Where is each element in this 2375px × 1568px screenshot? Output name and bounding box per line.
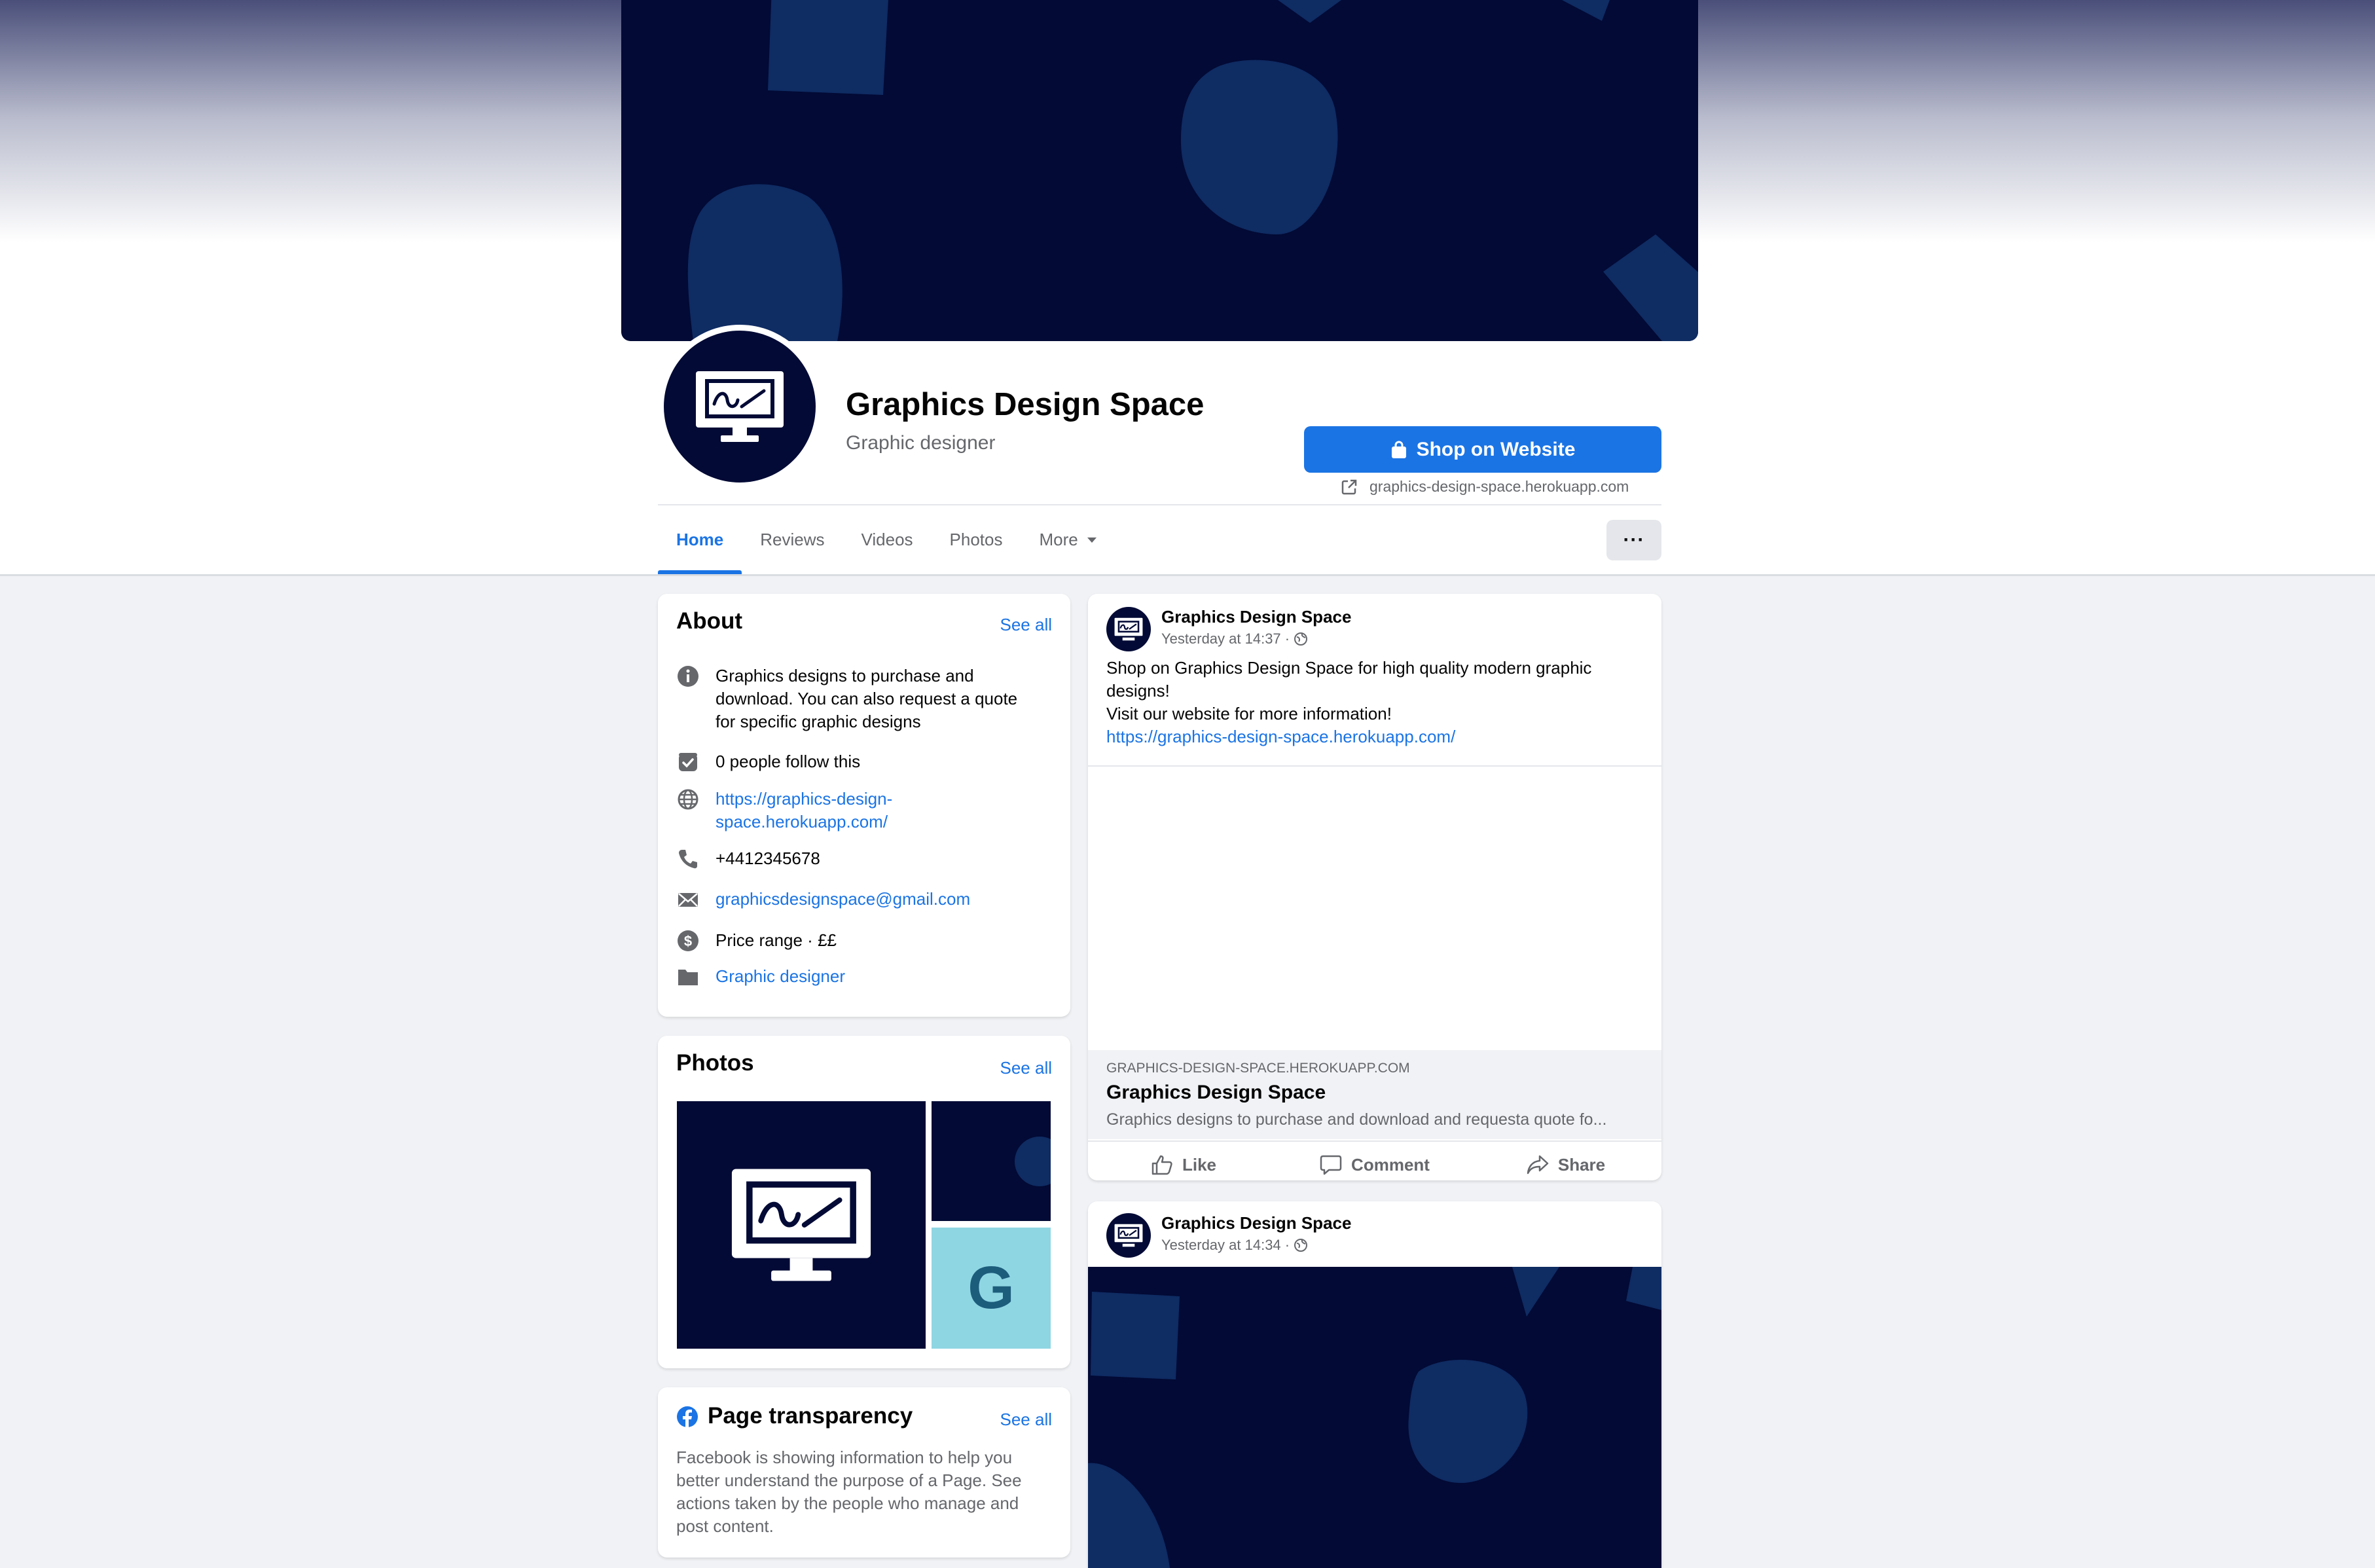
profile-picture[interactable] [658,325,822,488]
post-action-bar: Like Comment Share [1088,1140,1661,1180]
caret-down-icon [1087,537,1097,543]
about-description: Graphics designs to purchase and downloa… [676,665,1017,733]
tab-videos[interactable]: Videos [843,505,932,574]
post-timestamp[interactable]: Yesterday at 14:37 · [1161,630,1308,647]
more-options-button[interactable]: ··· [1606,520,1661,560]
email-icon [676,888,700,911]
photos-card: Photos See all G [658,1036,1070,1368]
monitor-logo-icon [696,371,784,442]
about-category-link[interactable]: Graphic designer [716,965,845,988]
website-link-label: graphics-design-space.herokuapp.com [1369,478,1629,495]
photo-tile-cover[interactable] [932,1101,1051,1221]
about-category: Graphic designer [676,965,845,989]
comment-icon [1320,1155,1342,1175]
about-followers: 0 people follow this [676,750,860,774]
price-icon: $ [676,929,700,953]
monitor-logo-icon [1114,617,1143,641]
about-see-all-link[interactable]: See all [1000,615,1053,635]
like-icon [1151,1155,1172,1175]
shopping-bag-icon [1391,441,1406,458]
post-card-2: Graphics Design Space Yesterday at 14:34… [1088,1201,1661,1568]
about-email: graphicsdesignspace@gmail.com [676,888,970,911]
globe-icon [1294,632,1308,646]
share-button[interactable]: Share [1470,1142,1661,1180]
post-author-name[interactable]: Graphics Design Space [1161,607,1351,627]
about-phone: +4412345678 [676,847,820,871]
tab-home[interactable]: Home [658,505,742,574]
post-card: Graphics Design Space Yesterday at 14:37… [1088,594,1661,1180]
post-link[interactable]: https://graphics-design-space.herokuapp.… [1106,725,1630,748]
about-price-range: $ Price range · ££ [676,929,837,953]
share-icon [1527,1155,1549,1175]
page-category: Graphic designer [846,432,996,454]
like-button[interactable]: Like [1088,1142,1279,1180]
page-tabs: Home Reviews Videos Photos More [658,505,1116,574]
globe-icon [676,788,700,811]
tab-reviews[interactable]: Reviews [742,505,843,574]
category-icon [676,965,700,989]
about-website-link[interactable]: https://graphics-design- space.herokuapp… [716,788,892,833]
cover-shapes [687,0,1698,341]
website-link[interactable]: graphics-design-space.herokuapp.com [1341,478,1629,496]
post-author-avatar[interactable] [1106,607,1151,651]
preview-domain: GRAPHICS-DESIGN-SPACE.HEROKUAPP.COM [1106,1061,1410,1076]
page-transparency-card: Page transparency See all Facebook is sh… [658,1387,1070,1558]
transparency-text: Facebook is showing information to help … [676,1448,1022,1536]
monitor-logo-icon [731,1169,871,1281]
photos-title: Photos [676,1050,754,1076]
about-title: About [676,608,743,634]
about-website: https://graphics-design- space.herokuapp… [676,788,892,833]
transparency-title: Page transparency [708,1403,913,1429]
post-author-name[interactable]: Graphics Design Space [1161,1213,1351,1233]
comment-button[interactable]: Comment [1279,1142,1470,1180]
cover-photo[interactable] [621,0,1698,341]
post-timestamp[interactable]: Yesterday at 14:34 · [1161,1237,1308,1254]
info-icon [676,665,700,688]
photo-tile-logo[interactable] [677,1101,926,1349]
transparency-see-all-link[interactable]: See all [1000,1410,1053,1430]
facebook-logo-icon [677,1406,698,1428]
preview-description: Graphics designs to purchase and downloa… [1106,1110,1607,1129]
phone-icon [676,847,700,871]
photos-see-all-link[interactable]: See all [1000,1058,1053,1078]
follow-check-icon [676,750,700,774]
external-link-icon [1341,479,1357,494]
shop-button-label: Shop on Website [1416,438,1576,460]
shop-on-website-button[interactable]: Shop on Website [1304,426,1661,473]
about-email-link[interactable]: graphicsdesignspace@gmail.com [716,888,970,911]
post-author-avatar[interactable] [1106,1213,1151,1258]
post-text: Shop on Graphics Design Space for high q… [1106,657,1630,748]
tab-photos[interactable]: Photos [932,505,1021,574]
post-image[interactable] [1088,1267,1661,1568]
monitor-logo-icon [1114,1224,1143,1247]
header-divider [0,574,2375,576]
link-preview-image[interactable] [1088,765,1661,1051]
link-preview-meta[interactable]: GRAPHICS-DESIGN-SPACE.HEROKUAPP.COM Grap… [1088,1050,1661,1139]
preview-title: Graphics Design Space [1106,1082,1326,1103]
page-title: Graphics Design Space [846,387,1205,422]
svg-text:$: $ [684,933,692,949]
about-card: About See all Graphics designs to purcha… [658,594,1070,1017]
tab-more[interactable]: More [1021,505,1115,574]
photo-tile-letter[interactable]: G [932,1228,1051,1349]
globe-icon [1294,1239,1308,1252]
